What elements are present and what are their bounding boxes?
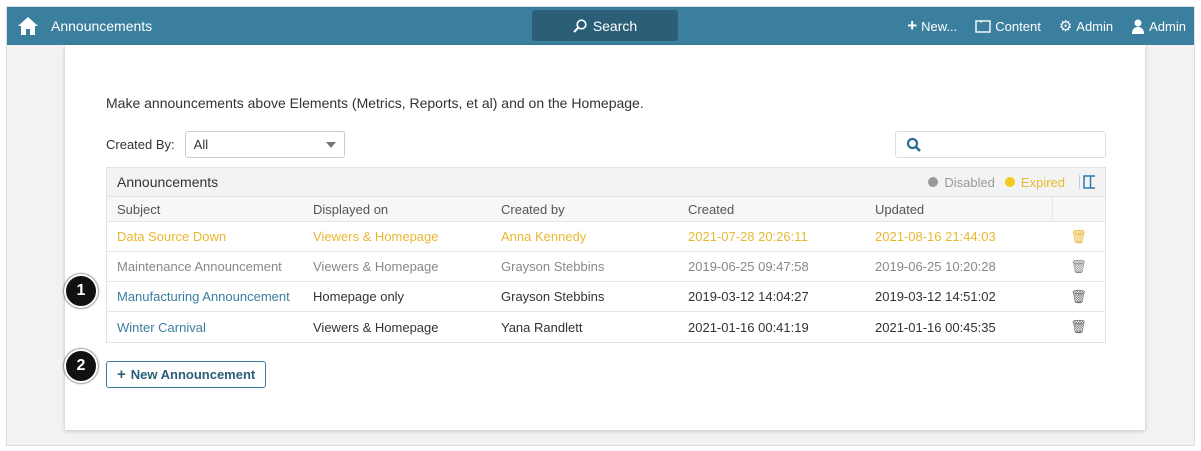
new-announcement-label: New Announcement bbox=[130, 367, 256, 382]
displayed-on: Viewers & Homepage bbox=[313, 229, 439, 244]
admin-menu[interactable]: ⚙ Admin bbox=[1059, 17, 1113, 35]
page-title: Announcements bbox=[51, 18, 153, 34]
filter-search-input[interactable] bbox=[895, 131, 1106, 158]
col-created-by[interactable]: Created by bbox=[491, 202, 678, 217]
displayed-on: Viewers & Homepage bbox=[313, 259, 439, 274]
subject-link[interactable]: Manufacturing Announcement bbox=[107, 289, 303, 304]
created-by: Grayson Stebbins bbox=[501, 259, 605, 274]
created-by-select[interactable]: All bbox=[184, 131, 345, 158]
trash-icon[interactable]: 🗑 bbox=[1052, 289, 1105, 305]
content-menu[interactable]: Content bbox=[975, 19, 1041, 34]
expired-dot-icon bbox=[1004, 177, 1015, 187]
trash-icon[interactable]: 🗑 bbox=[1052, 229, 1105, 245]
plus-icon: + bbox=[117, 366, 126, 383]
table-row[interactable]: Manufacturing Announcement Homepage only… bbox=[107, 282, 1105, 312]
new-menu[interactable]: + New... bbox=[907, 16, 957, 36]
col-subject[interactable]: Subject bbox=[107, 202, 303, 217]
new-announcement-button[interactable]: + New Announcement bbox=[106, 361, 267, 388]
updated: 2021-08-16 21:44:03 bbox=[875, 229, 996, 244]
created-by-value: All bbox=[193, 137, 209, 152]
search-button[interactable]: Search bbox=[532, 10, 678, 41]
created-by-label: Created By: bbox=[106, 137, 175, 152]
step-badge-1: 1 bbox=[64, 274, 98, 308]
trash-icon[interactable]: 🗑 bbox=[1052, 319, 1105, 335]
user-label: Admin bbox=[1149, 18, 1186, 34]
updated: 2021-01-16 00:45:35 bbox=[875, 319, 996, 335]
displayed-on: Viewers & Homepage bbox=[313, 319, 439, 335]
table-row[interactable]: Maintenance Announcement Viewers & Homep… bbox=[107, 252, 1105, 282]
subject-link[interactable]: Data Source Down bbox=[107, 229, 303, 244]
legend-disabled: Disabled bbox=[944, 174, 995, 190]
content-label: Content bbox=[995, 18, 1041, 34]
folder-icon bbox=[975, 20, 991, 33]
disabled-dot-icon bbox=[928, 177, 939, 187]
search-label: Search bbox=[592, 17, 638, 34]
created-by: Anna Kennedy bbox=[501, 229, 587, 244]
col-displayed-on[interactable]: Displayed on bbox=[303, 202, 491, 217]
step-badge-2: 2 bbox=[64, 349, 98, 383]
updated: 2019-03-12 14:51:02 bbox=[875, 289, 996, 304]
user-icon bbox=[1132, 19, 1145, 34]
new-label: New... bbox=[921, 18, 958, 34]
columns-icon[interactable] bbox=[1079, 175, 1095, 189]
top-bar: Announcements Search + New... Content ⚙ Ad… bbox=[7, 7, 1194, 45]
table-row[interactable]: Data Source Down Viewers & Homepage Anna… bbox=[107, 222, 1105, 252]
search-icon bbox=[906, 137, 921, 152]
created-by: Grayson Stebbins bbox=[501, 289, 605, 304]
subject-link[interactable]: Maintenance Announcement bbox=[107, 259, 303, 274]
chevron-down-icon bbox=[325, 141, 336, 148]
created-by: Yana Randlett bbox=[501, 319, 583, 335]
admin-label: Admin bbox=[1076, 18, 1114, 34]
col-updated[interactable]: Updated bbox=[865, 202, 1052, 217]
user-menu[interactable]: Admin bbox=[1131, 19, 1186, 34]
subject-link[interactable]: Winter Carnival bbox=[107, 320, 303, 335]
legend-expired: Expired bbox=[1020, 174, 1065, 190]
gear-icon: ⚙ bbox=[1058, 18, 1073, 35]
table-title: Announcements bbox=[117, 174, 219, 190]
created: 2021-01-16 00:41:19 bbox=[688, 319, 809, 335]
table-row[interactable]: Winter Carnival Viewers & Homepage Yana … bbox=[107, 312, 1105, 342]
displayed-on: Homepage only bbox=[313, 289, 405, 304]
home-icon[interactable] bbox=[17, 16, 39, 36]
announcements-table: Announcements Disabled Expired Subject D… bbox=[106, 167, 1106, 343]
table-header-row: Subject Displayed on Created by Created … bbox=[107, 197, 1105, 222]
created: 2019-03-12 14:04:27 bbox=[688, 289, 809, 304]
trash-icon[interactable]: 🗑 bbox=[1052, 259, 1105, 275]
intro-text: Make announcements above Elements (Metri… bbox=[106, 95, 644, 111]
created: 2021-07-28 20:26:11 bbox=[688, 229, 808, 244]
app-window: Announcements Search + New... Content ⚙ Ad… bbox=[6, 6, 1195, 446]
search-icon bbox=[573, 18, 587, 33]
updated: 2019-06-25 10:20:28 bbox=[875, 259, 996, 274]
col-created[interactable]: Created bbox=[678, 202, 865, 217]
created: 2019-06-25 09:47:58 bbox=[688, 259, 809, 274]
content-card: Make announcements above Elements (Metri… bbox=[65, 45, 1145, 430]
plus-icon: + bbox=[907, 16, 918, 35]
